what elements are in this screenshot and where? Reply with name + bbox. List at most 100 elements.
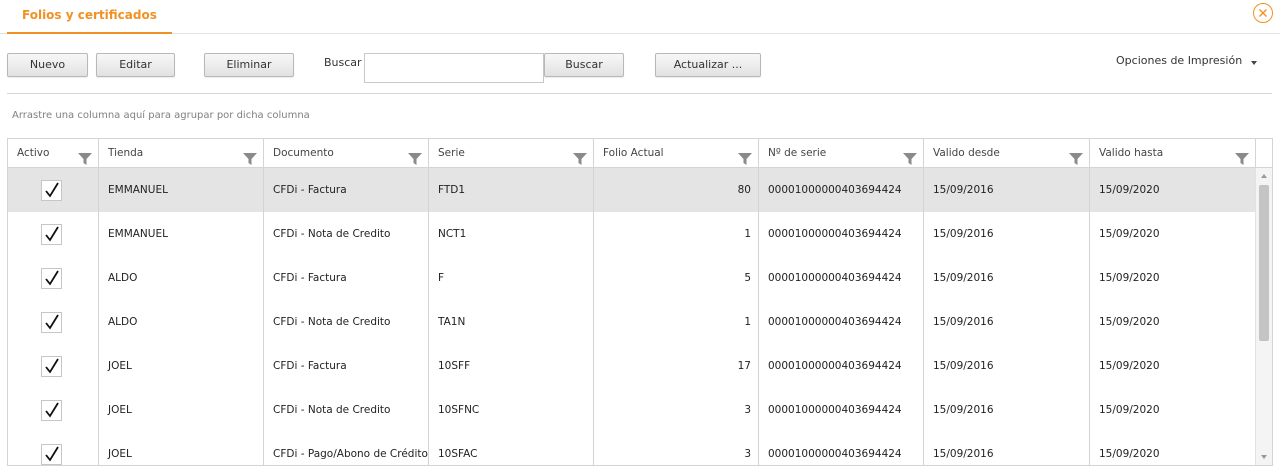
cell-valido-desde: 15/09/2016: [924, 168, 1090, 212]
cell-valido-desde: 15/09/2016: [924, 212, 1090, 256]
cell-valido-hasta: 15/09/2020: [1090, 168, 1256, 212]
active-checkbox[interactable]: [41, 356, 62, 377]
cell-valido-hasta: 15/09/2020: [1090, 212, 1256, 256]
table-row[interactable]: JOEL CFDi - Nota de Credito 10SFNC 3 0000100…: [8, 388, 1256, 432]
cell-numero-serie: 00001000000403694424: [759, 212, 924, 256]
tab-folios-certificados[interactable]: Folios y certificados: [7, 0, 172, 34]
active-checkbox[interactable]: [41, 312, 62, 333]
cell-numero-serie: 00001000000403694424: [759, 168, 924, 212]
cell-serie: FTD1: [429, 168, 594, 212]
cell-serie: F: [429, 256, 594, 300]
cell-documento: CFDi - Nota de Credito: [264, 388, 429, 432]
cell-serie: 10SFAC: [429, 432, 594, 465]
scroll-down-icon[interactable]: [1261, 455, 1267, 459]
header-label: Serie: [438, 147, 465, 159]
cell-documento: CFDi - Factura: [264, 168, 429, 212]
table-row[interactable]: EMMANUEL CFDi - Factura FTD1 80 000010000004…: [8, 168, 1256, 212]
divider: [7, 93, 1272, 94]
cell-valido-hasta: 15/09/2020: [1090, 256, 1256, 300]
cell-numero-serie: 00001000000403694424: [759, 344, 924, 388]
grid-header: Activo Tienda Documento Serie Folio Actual Nº…: [8, 139, 1272, 168]
cell-folio-actual: 3: [594, 388, 759, 432]
cell-serie: 10SFF: [429, 344, 594, 388]
scroll-up-icon[interactable]: [1261, 174, 1267, 178]
cell-tienda: EMMANUEL: [99, 212, 264, 256]
header-label: Documento: [273, 147, 334, 159]
check-icon: [45, 226, 59, 242]
edit-button[interactable]: Editar: [96, 53, 175, 77]
header-col-activo[interactable]: Activo: [8, 139, 99, 168]
cell-valido-hasta: 15/09/2020: [1090, 300, 1256, 344]
cell-activo: [8, 388, 99, 432]
active-checkbox[interactable]: [41, 268, 62, 289]
cell-valido-hasta: 15/09/2020: [1090, 432, 1256, 465]
cell-folio-actual: 1: [594, 212, 759, 256]
check-icon: [45, 270, 59, 286]
header-col-numero-serie[interactable]: Nº de serie: [759, 139, 924, 168]
cell-serie: 10SFNC: [429, 388, 594, 432]
cell-numero-serie: 00001000000403694424: [759, 432, 924, 465]
header-col-valido-hasta[interactable]: Valido hasta: [1090, 139, 1256, 168]
cell-documento: CFDi - Nota de Credito: [264, 212, 429, 256]
table-row[interactable]: JOEL CFDi - Factura 10SFF 17 000010000004036…: [8, 344, 1256, 388]
vertical-scrollbar[interactable]: [1255, 168, 1272, 465]
search-input[interactable]: [364, 53, 544, 83]
cell-documento: CFDi - Nota de Credito: [264, 300, 429, 344]
cell-valido-desde: 15/09/2016: [924, 388, 1090, 432]
cell-tienda: JOEL: [99, 344, 264, 388]
header-col-tienda[interactable]: Tienda: [99, 139, 264, 168]
cell-numero-serie: 00001000000403694424: [759, 388, 924, 432]
cell-folio-actual: 80: [594, 168, 759, 212]
header-col-documento[interactable]: Documento: [264, 139, 429, 168]
cell-numero-serie: 00001000000403694424: [759, 256, 924, 300]
toolbar: Nuevo Editar Eliminar Buscar : Buscar Ac…: [0, 52, 1280, 86]
header-label: Nº de serie: [768, 147, 827, 159]
active-checkbox[interactable]: [41, 180, 62, 201]
new-button[interactable]: Nuevo: [7, 53, 88, 77]
check-icon: [45, 358, 59, 374]
active-checkbox[interactable]: [41, 224, 62, 245]
header-label: Tienda: [108, 147, 144, 159]
cell-activo: [8, 212, 99, 256]
print-options-dropdown[interactable]: Opciones de Impresión: [1116, 54, 1242, 67]
cell-activo: [8, 168, 99, 212]
cell-activo: [8, 256, 99, 300]
header-col-valido-desde[interactable]: Valido desde: [924, 139, 1090, 168]
cell-documento: CFDi - Factura: [264, 344, 429, 388]
active-checkbox[interactable]: [41, 400, 62, 421]
data-grid: Activo Tienda Documento Serie Folio Actual Nº…: [7, 138, 1273, 466]
cell-tienda: ALDO: [99, 256, 264, 300]
table-row[interactable]: EMMANUEL CFDi - Nota de Credito NCT1 1 00001…: [8, 212, 1256, 256]
group-panel-hint: Arrastre una columna aquí para agrupar p…: [12, 110, 310, 121]
search-button[interactable]: Buscar: [544, 53, 624, 77]
cell-documento: CFDi - Factura: [264, 256, 429, 300]
check-icon: [45, 182, 59, 198]
delete-button[interactable]: Eliminar: [204, 53, 294, 77]
close-icon[interactable]: [1253, 3, 1273, 23]
cell-tienda: ALDO: [99, 300, 264, 344]
header-col-serie[interactable]: Serie: [429, 139, 594, 168]
header-label: Folio Actual: [603, 147, 664, 159]
cell-valido-desde: 15/09/2016: [924, 256, 1090, 300]
cell-activo: [8, 300, 99, 344]
cell-valido-desde: 15/09/2016: [924, 432, 1090, 465]
active-checkbox[interactable]: [41, 444, 62, 465]
cell-folio-actual: 17: [594, 344, 759, 388]
table-row[interactable]: ALDO CFDi - Nota de Credito TA1N 1 000010000…: [8, 300, 1256, 344]
cell-folio-actual: 1: [594, 300, 759, 344]
header-label: Valido desde: [933, 147, 1000, 159]
cell-valido-hasta: 15/09/2020: [1090, 344, 1256, 388]
table-row[interactable]: ALDO CFDi - Factura F 5 00001000000403694424…: [8, 256, 1256, 300]
table-row[interactable]: JOEL CFDi - Pago/Abono de Crédito 10SFAC 3 0…: [8, 432, 1256, 465]
header-label: Valido hasta: [1099, 147, 1164, 159]
refresh-button[interactable]: Actualizar ...: [655, 53, 761, 77]
header-col-folio-actual[interactable]: Folio Actual: [594, 139, 759, 168]
chevron-down-icon[interactable]: [1251, 61, 1257, 65]
scroll-thumb[interactable]: [1259, 185, 1269, 341]
tab-bar: Folios y certificados: [0, 0, 1280, 34]
cell-tienda: JOEL: [99, 432, 264, 465]
cell-serie: NCT1: [429, 212, 594, 256]
cell-tienda: JOEL: [99, 388, 264, 432]
cell-valido-desde: 15/09/2016: [924, 344, 1090, 388]
cell-activo: [8, 432, 99, 465]
